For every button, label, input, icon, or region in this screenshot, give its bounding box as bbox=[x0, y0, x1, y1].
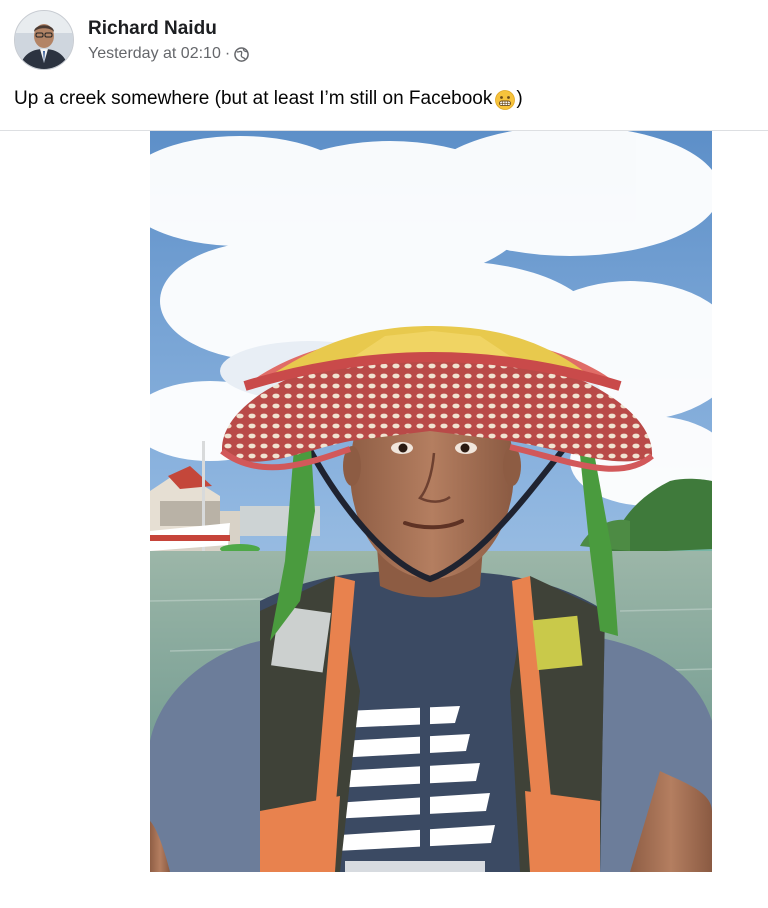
post-caption: Up a creek somewhere (but at least I’m s… bbox=[14, 86, 523, 112]
meta-separator: · bbox=[224, 45, 231, 62]
post-photo[interactable] bbox=[150, 131, 712, 872]
author-name[interactable]: Richard Naidu bbox=[88, 17, 249, 41]
post-header: Richard Naidu Yesterday at 02:10 · bbox=[14, 10, 249, 70]
post-meta: Richard Naidu Yesterday at 02:10 · bbox=[88, 17, 249, 63]
caption-close: ) bbox=[516, 88, 523, 109]
globe-icon[interactable] bbox=[234, 46, 249, 62]
avatar[interactable] bbox=[14, 10, 74, 70]
caption-text: Up a creek somewhere (but at least I’m s… bbox=[14, 88, 493, 109]
post-timestamp[interactable]: Yesterday at 02:10 bbox=[88, 45, 221, 63]
grimacing-face-emoji bbox=[494, 88, 516, 110]
post-time-row: Yesterday at 02:10 · bbox=[88, 45, 249, 63]
